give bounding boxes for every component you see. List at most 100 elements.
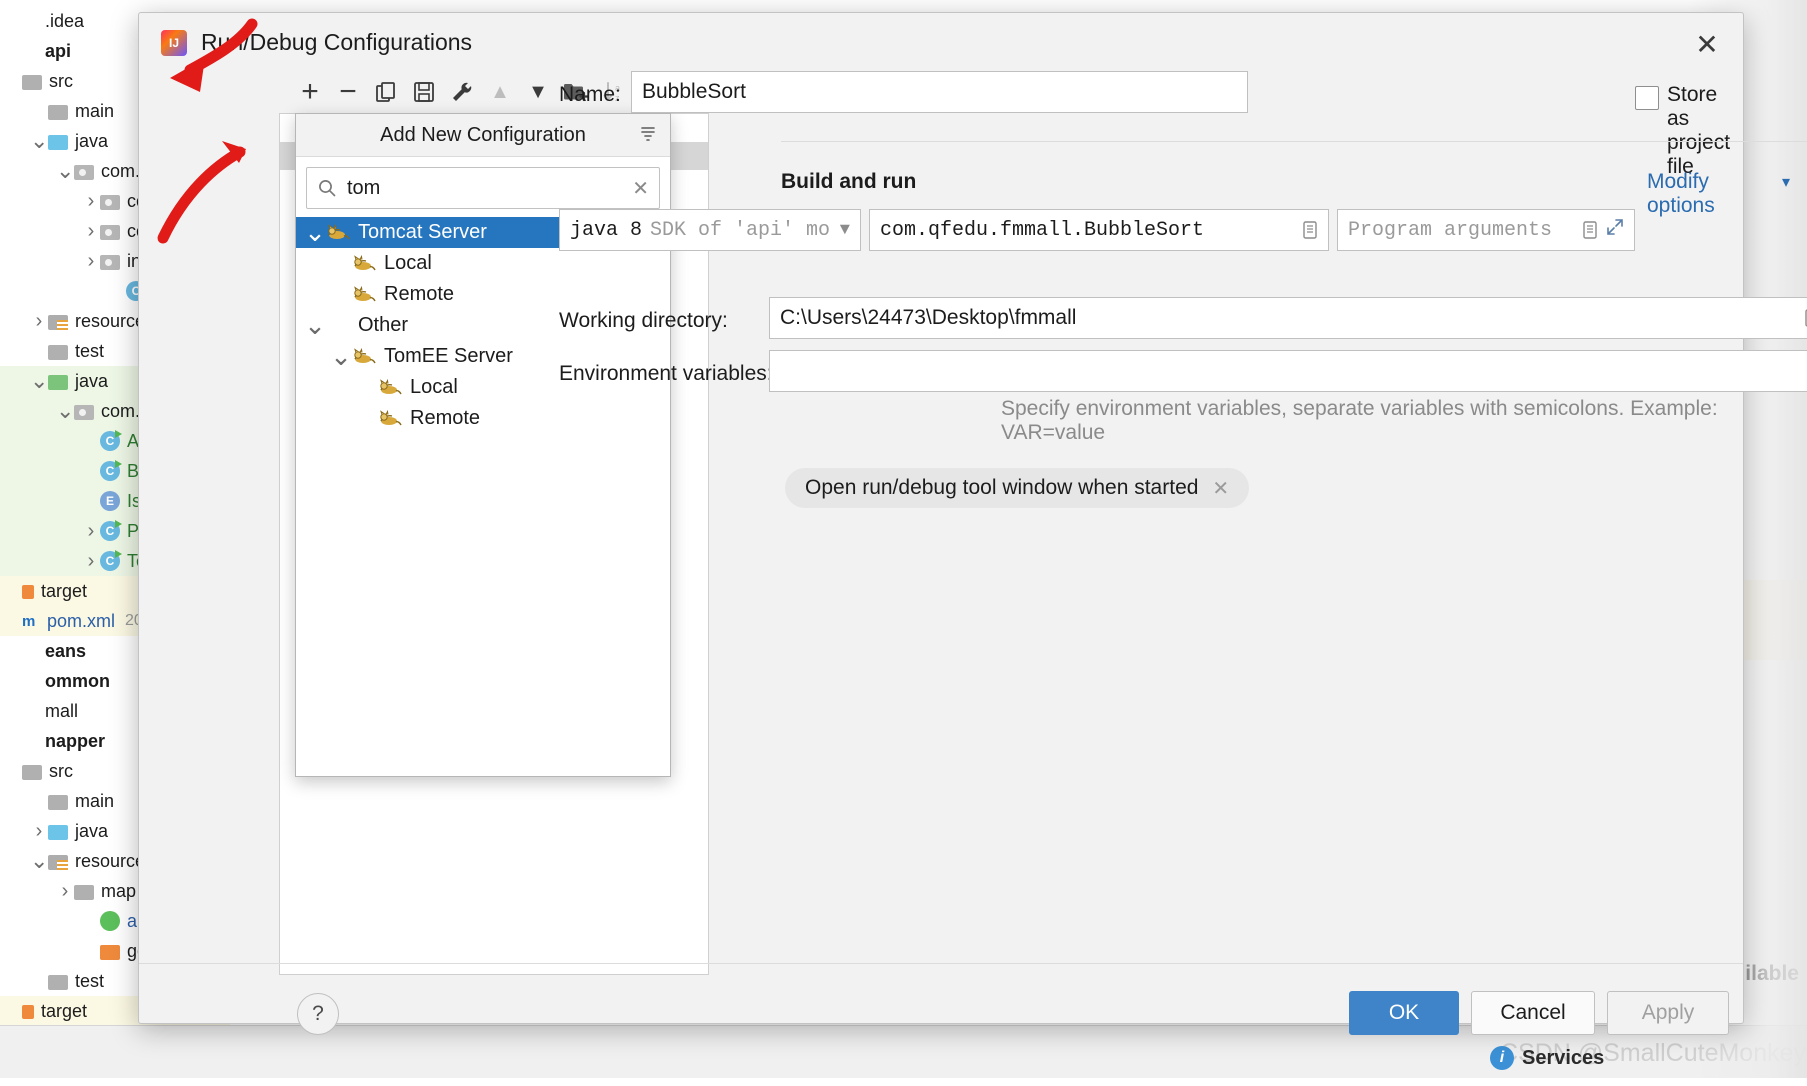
project-tree-item-label: main (75, 100, 115, 121)
configuration-type-item[interactable]: Remote (296, 403, 670, 434)
expand-field-icon[interactable] (1302, 221, 1318, 239)
source-folder-icon (48, 824, 68, 840)
chevron-down-icon[interactable]: ⌄ (30, 849, 48, 871)
package-icon (74, 164, 94, 180)
chevron-down-icon[interactable]: ⌄ (56, 159, 74, 181)
chevron-down-icon[interactable]: ▾ (1782, 172, 1790, 192)
project-tree-item-label: com. (101, 160, 141, 181)
run-debug-configurations-dialog: Run/Debug Configurations ✕ +−▲▼az Add Ne… (138, 12, 1807, 1035)
tomcat-icon (352, 254, 376, 274)
chevron-right-icon[interactable]: › (82, 220, 100, 243)
close-icon[interactable]: ✕ (1689, 27, 1725, 63)
intellij-logo-icon (161, 29, 187, 56)
chevron-right-icon[interactable]: › (30, 310, 48, 333)
folder-icon (22, 74, 42, 90)
services-status-item[interactable]: i Services (1490, 1046, 1604, 1070)
configuration-type-item[interactable]: Remote (296, 279, 670, 310)
clear-search-icon[interactable]: ✕ (632, 176, 649, 201)
add-configuration-button[interactable]: + (291, 75, 329, 109)
tomcat-icon (352, 347, 376, 367)
pin-icon[interactable] (636, 122, 660, 146)
ok-button[interactable]: OK (1349, 991, 1459, 1035)
chevron-right-icon[interactable]: › (56, 880, 74, 903)
chevron-right-icon[interactable]: › (30, 820, 48, 843)
popup-header: Add New Configuration (296, 114, 670, 157)
edit-templates-button[interactable] (443, 75, 481, 109)
chevron-down-icon[interactable]: ⌄ (30, 369, 48, 391)
resources-folder-icon (48, 314, 68, 330)
section-divider (781, 141, 1807, 142)
remove-configuration-button[interactable]: − (329, 75, 367, 109)
chevron-down-icon[interactable]: ⌄ (304, 219, 326, 246)
dialog-title: Run/Debug Configurations (201, 29, 473, 55)
project-tree-item-label: map (101, 880, 137, 901)
move-down-button[interactable]: ▼ (519, 75, 557, 109)
project-tree-item-label: main (75, 790, 115, 811)
configuration-type-label: Other (358, 314, 409, 336)
chevron-down-icon[interactable]: ⌄ (30, 129, 48, 151)
configuration-type-label: Local (384, 252, 432, 274)
move-up-button[interactable]: ▲ (481, 75, 519, 109)
help-button[interactable]: ? (297, 993, 339, 1035)
open-run-debug-tool-window-chip[interactable]: Open run/debug tool window when started … (785, 468, 1250, 508)
expand-field-icon[interactable] (1582, 221, 1598, 239)
copy-configuration-button[interactable] (367, 75, 405, 109)
jre-selector[interactable]: java 8 SDK of 'api' mo ▼ (559, 209, 861, 251)
package-icon (100, 194, 120, 210)
chevron-right-icon[interactable]: › (82, 550, 100, 573)
name-input[interactable]: BubbleSort (631, 71, 1248, 113)
name-label: Name: (559, 83, 621, 106)
main-class-input[interactable]: com.qfedu.fmmall.BubbleSort (869, 209, 1329, 251)
java-class-icon: C (100, 520, 122, 541)
name-input-value: BubbleSort (642, 80, 746, 103)
project-tree-item-label: java (75, 370, 109, 391)
folder-icon (48, 344, 68, 360)
configuration-type-item[interactable]: Local (296, 248, 670, 279)
store-as-project-file-label: Store as project file (1667, 83, 1731, 178)
apply-button[interactable]: Apply (1607, 991, 1729, 1035)
working-directory-label: Working directory: (559, 309, 728, 332)
cancel-button[interactable]: Cancel (1471, 991, 1595, 1035)
program-arguments-input[interactable]: Program arguments (1337, 209, 1635, 251)
chevron-right-icon[interactable]: › (82, 190, 100, 213)
folder-icon (74, 884, 94, 900)
project-tree-item-label: api (45, 40, 72, 61)
configuration-type-label: Local (410, 376, 458, 398)
dialog-title-bar: Run/Debug Configurations (161, 29, 472, 56)
save-configuration-button[interactable] (405, 75, 443, 109)
jre-value-module: SDK of 'api' mo (650, 218, 831, 242)
configuration-search-field[interactable]: tom ✕ (306, 167, 660, 209)
xml-file-icon (100, 944, 120, 960)
chip-remove-icon[interactable]: ✕ (1212, 476, 1229, 501)
working-directory-input[interactable]: C:\Users\24473\Desktop\fmmall (769, 297, 1807, 339)
jre-value: java 8 (570, 218, 643, 242)
chevron-right-icon[interactable]: › (82, 250, 100, 273)
project-tree-item-label: resource (75, 850, 146, 871)
info-icon: i (1490, 1046, 1514, 1070)
configuration-type-label: TomEE Server (384, 345, 513, 367)
tomcat-icon (378, 378, 402, 398)
java-class-icon: C (100, 430, 122, 451)
chip-label: Open run/debug tool window when started (805, 476, 1199, 499)
project-tree-item-label: target (41, 1000, 88, 1021)
store-as-project-file-checkbox[interactable] (1635, 86, 1659, 110)
excluded-folder-icon (22, 585, 34, 599)
project-tree-item-label: target (41, 580, 88, 601)
search-input-value[interactable]: tom (347, 177, 622, 200)
maven-pom-icon: m (22, 613, 36, 630)
chevron-right-icon[interactable]: › (82, 520, 100, 543)
chevron-down-icon[interactable]: ⌄ (330, 343, 352, 370)
project-tree-item-label: napper (45, 730, 106, 751)
configuration-type-label: Remote (410, 407, 481, 429)
modify-options-link[interactable]: Modify options (1647, 170, 1743, 218)
tomcat-icon (378, 409, 402, 429)
environment-variables-input[interactable] (769, 350, 1807, 392)
spring-yaml-icon (100, 911, 120, 931)
project-tree-item-label: src (49, 70, 73, 91)
expand-arrows-icon[interactable] (1606, 218, 1624, 243)
chevron-down-icon[interactable]: ⌄ (304, 312, 326, 339)
project-tree-item-label: com. (101, 400, 141, 421)
project-tree-item-label: .idea (45, 10, 85, 31)
chevron-down-icon[interactable]: ⌄ (56, 399, 74, 421)
chevron-down-icon[interactable]: ▼ (840, 221, 850, 240)
